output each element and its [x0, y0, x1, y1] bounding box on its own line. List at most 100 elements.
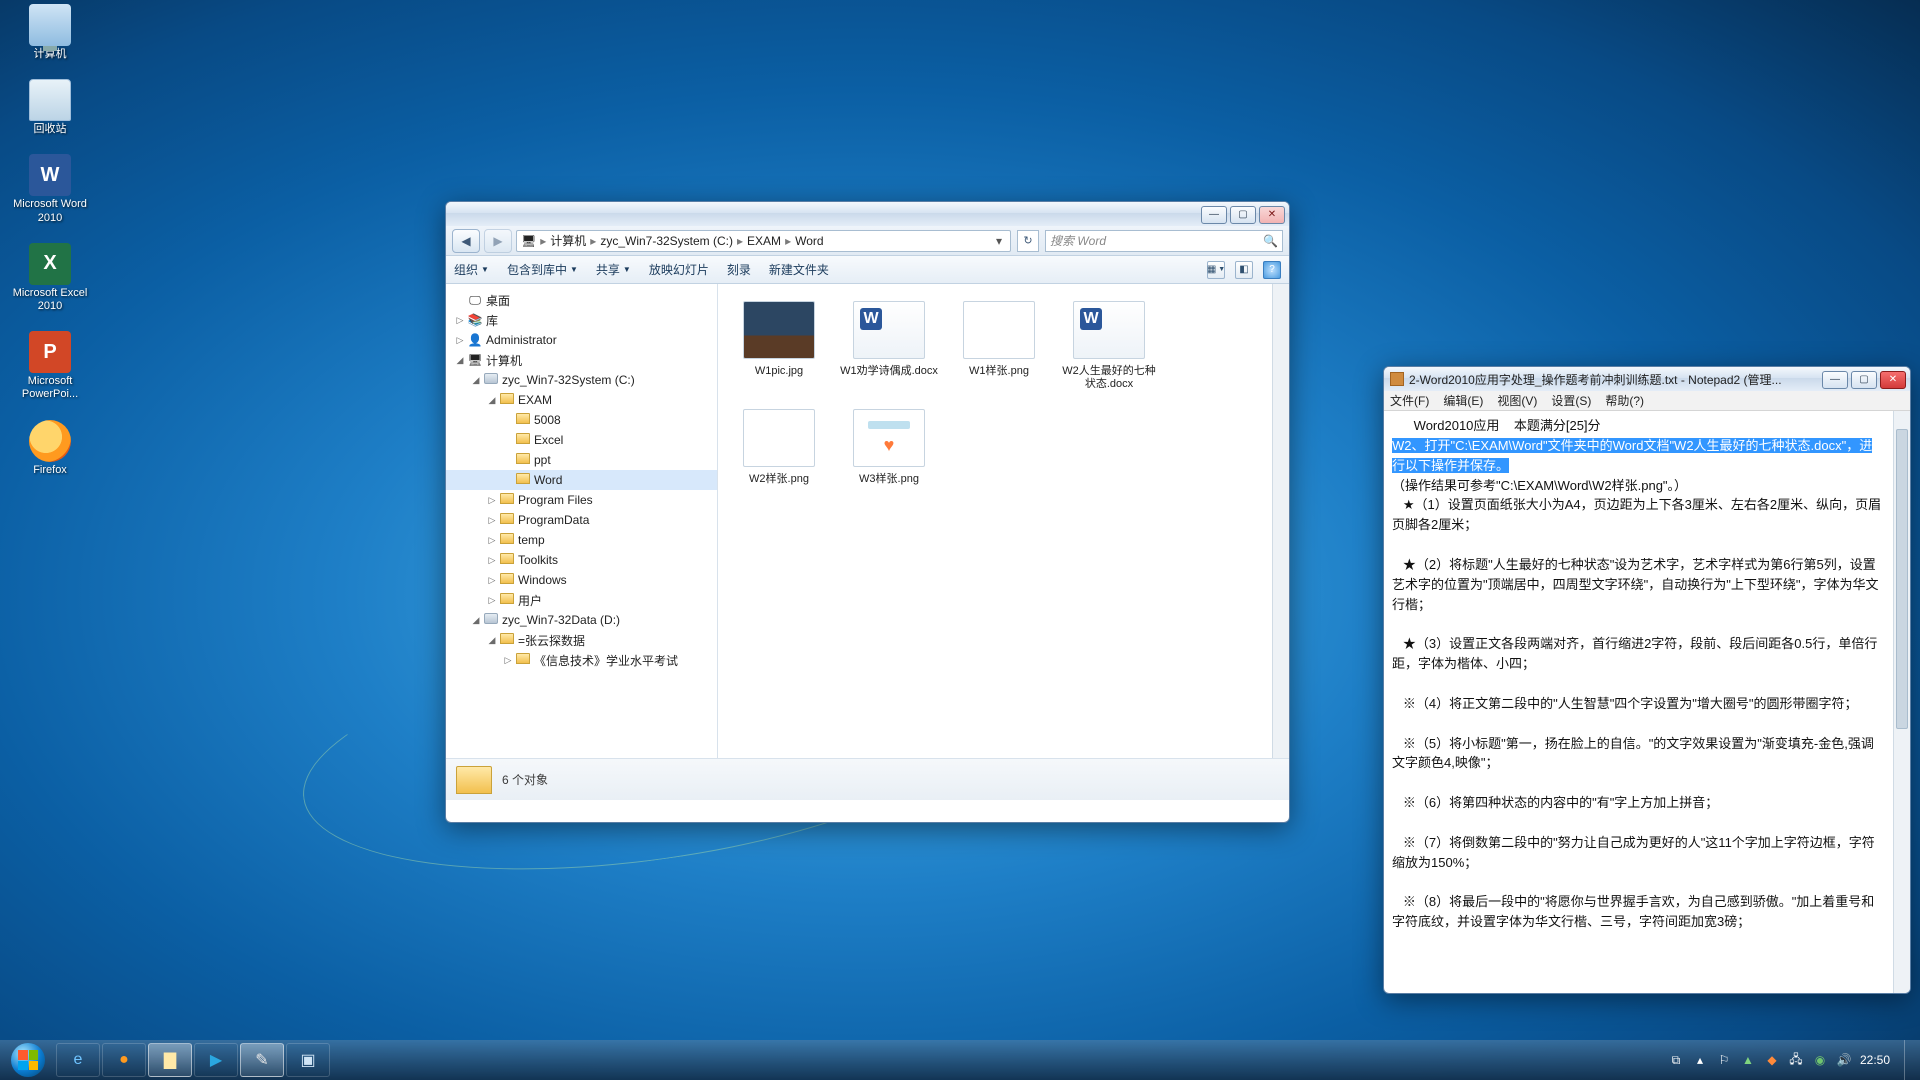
tray-network-icon[interactable]: 🖧 [1788, 1052, 1804, 1068]
notepad-menubar: 文件(F) 编辑(E) 视图(V) 设置(S) 帮助(?) [1384, 391, 1910, 411]
taskbar-pins: e ● ▇ ▶ ✎ ▣ [56, 1043, 330, 1077]
tree-node[interactable]: ▷temp [446, 530, 717, 550]
crumb[interactable]: EXAM [747, 234, 781, 248]
file-item[interactable]: W1pic.jpg [726, 296, 832, 396]
desktop-icon-firefox[interactable]: Firefox [6, 420, 94, 477]
close-button[interactable]: ✕ [1880, 371, 1906, 389]
tree-node[interactable]: ◢zyc_Win7-32System (C:) [446, 370, 717, 390]
desktop-icon-recycle-bin[interactable]: 回收站 [6, 79, 94, 136]
clock[interactable]: 22:50 [1860, 1053, 1890, 1067]
menu-edit[interactable]: 编辑(E) [1443, 392, 1483, 409]
help-button[interactable]: ? [1263, 261, 1281, 279]
refresh-button[interactable]: ↻ [1017, 230, 1039, 252]
menu-help[interactable]: 帮助(?) [1605, 392, 1644, 409]
tray-flag-icon[interactable]: ⚐ [1716, 1052, 1732, 1068]
taskbar: e ● ▇ ▶ ✎ ▣ ⧉ ▴ ⚐ ▲ ◆ 🖧 ◉ 🔊 22:50 [0, 1040, 1920, 1080]
maximize-button[interactable]: ▢ [1851, 371, 1877, 389]
notepad-window: 2-Word2010应用字处理_操作题考前冲刺训练题.txt - Notepad… [1383, 366, 1911, 994]
view-options-button[interactable]: ▦▼ [1207, 261, 1225, 279]
minimize-button[interactable]: — [1822, 371, 1848, 389]
slideshow-button[interactable]: 放映幻灯片 [649, 261, 709, 278]
tree-node[interactable]: 🖵桌面 [446, 290, 717, 310]
file-list[interactable]: W1pic.jpgW1劝学诗偶成.docxW1样张.pngW2人生最好的七种状态… [718, 284, 1272, 758]
taskbar-firefox[interactable]: ● [102, 1043, 146, 1077]
scrollbar[interactable] [1893, 411, 1910, 993]
tray-chevron-icon[interactable]: ▴ [1692, 1052, 1708, 1068]
tree-node[interactable]: ▷ProgramData [446, 510, 717, 530]
computer-icon: 🖥 [521, 234, 536, 248]
burn-button[interactable]: 刻录 [727, 261, 751, 278]
explorer-nav: ◀ ▶ 🖥 ▸计算机 ▸zyc_Win7-32System (C:) ▸EXAM… [446, 226, 1289, 256]
tray-icon[interactable]: ⧉ [1668, 1052, 1684, 1068]
folder-tree[interactable]: 🖵桌面▷📚库▷👤Administrator◢🖥计算机◢zyc_Win7-32Sy… [446, 284, 718, 758]
search-icon[interactable]: 🔍 [1263, 234, 1278, 248]
desktop-icon-word[interactable]: WMicrosoft Word 2010 [6, 154, 94, 224]
notepad-icon [1390, 372, 1404, 386]
scrollbar[interactable] [1272, 284, 1289, 758]
taskbar-explorer[interactable]: ▇ [148, 1043, 192, 1077]
search-input[interactable]: 搜索 Word🔍 [1045, 230, 1283, 252]
explorer-titlebar[interactable]: — ▢ ✕ [446, 202, 1289, 226]
scroll-thumb[interactable] [1896, 429, 1908, 729]
desktop-icon-excel[interactable]: XMicrosoft Excel 2010 [6, 243, 94, 313]
tree-node[interactable]: ppt [446, 450, 717, 470]
folder-icon [456, 766, 492, 794]
back-button[interactable]: ◀ [452, 229, 480, 253]
file-item[interactable]: ♥W3样张.png [836, 404, 942, 491]
minimize-button[interactable]: — [1201, 206, 1227, 224]
tree-node[interactable]: ▷Program Files [446, 490, 717, 510]
tree-node[interactable]: ◢EXAM [446, 390, 717, 410]
system-tray: ⧉ ▴ ⚐ ▲ ◆ 🖧 ◉ 🔊 22:50 [1668, 1040, 1914, 1080]
taskbar-ie[interactable]: e [56, 1043, 100, 1077]
new-folder-button[interactable]: 新建文件夹 [769, 261, 829, 278]
tree-node[interactable]: ▷👤Administrator [446, 330, 717, 350]
preview-pane-button[interactable]: ◧ [1235, 261, 1253, 279]
taskbar-media[interactable]: ▶ [194, 1043, 238, 1077]
forward-button[interactable]: ▶ [484, 229, 512, 253]
tree-node[interactable]: ▷Windows [446, 570, 717, 590]
close-button[interactable]: ✕ [1259, 206, 1285, 224]
notepad-titlebar[interactable]: 2-Word2010应用字处理_操作题考前冲刺训练题.txt - Notepad… [1384, 367, 1910, 391]
tray-icon[interactable]: ◆ [1764, 1052, 1780, 1068]
breadcrumb[interactable]: 🖥 ▸计算机 ▸zyc_Win7-32System (C:) ▸EXAM ▸Wo… [516, 230, 1011, 252]
tree-node[interactable]: ▷用户 [446, 590, 717, 610]
desktop-icon-computer[interactable]: 计算机 [6, 4, 94, 61]
taskbar-notepad[interactable]: ✎ [240, 1043, 284, 1077]
explorer-toolbar: 组织▼ 包含到库中▼ 共享▼ 放映幻灯片 刻录 新建文件夹 ▦▼ ◧ ? [446, 256, 1289, 284]
tree-node[interactable]: Excel [446, 430, 717, 450]
tree-node[interactable]: ◢=张云探数据 [446, 630, 717, 650]
crumb[interactable]: zyc_Win7-32System (C:) [600, 234, 733, 248]
tree-node[interactable]: ▷📚库 [446, 310, 717, 330]
selected-text: W2、打开"C:\EXAM\Word"文件夹中的Word文档"W2人生最好的七种… [1392, 438, 1872, 473]
tray-icon[interactable]: ▲ [1740, 1052, 1756, 1068]
show-desktop-button[interactable] [1904, 1040, 1914, 1080]
file-item[interactable]: W1样张.png [946, 296, 1052, 396]
menu-view[interactable]: 视图(V) [1497, 392, 1537, 409]
notepad-text-area[interactable]: Word2010应用 本题满分[25]分 W2、打开"C:\EXAM\Word"… [1384, 411, 1893, 993]
tree-node[interactable]: ◢zyc_Win7-32Data (D:) [446, 610, 717, 630]
include-menu[interactable]: 包含到库中▼ [507, 261, 578, 278]
organize-menu[interactable]: 组织▼ [454, 261, 489, 278]
crumb[interactable]: 计算机 [550, 232, 586, 249]
menu-file[interactable]: 文件(F) [1390, 392, 1429, 409]
desktop-icons: 计算机 回收站 WMicrosoft Word 2010 XMicrosoft … [6, 4, 94, 495]
share-menu[interactable]: 共享▼ [596, 261, 631, 278]
file-item[interactable]: W2人生最好的七种状态.docx [1056, 296, 1162, 396]
menu-settings[interactable]: 设置(S) [1551, 392, 1591, 409]
tree-node[interactable]: 5008 [446, 410, 717, 430]
crumb-dropdown[interactable]: ▾ [992, 234, 1006, 248]
file-item[interactable]: W2样张.png [726, 404, 832, 491]
desktop-icon-powerpoint[interactable]: PMicrosoft PowerPoi... [6, 331, 94, 401]
tray-icon[interactable]: ◉ [1812, 1052, 1828, 1068]
status-text: 6 个对象 [502, 771, 548, 788]
tray-volume-icon[interactable]: 🔊 [1836, 1052, 1852, 1068]
maximize-button[interactable]: ▢ [1230, 206, 1256, 224]
tree-node[interactable]: ▷《信息技术》学业水平考试 [446, 650, 717, 670]
file-item[interactable]: W1劝学诗偶成.docx [836, 296, 942, 396]
tree-node[interactable]: ▷Toolkits [446, 550, 717, 570]
tree-node[interactable]: ◢🖥计算机 [446, 350, 717, 370]
tree-node[interactable]: Word [446, 470, 717, 490]
start-button[interactable] [6, 1042, 50, 1078]
crumb[interactable]: Word [795, 234, 823, 248]
taskbar-app[interactable]: ▣ [286, 1043, 330, 1077]
